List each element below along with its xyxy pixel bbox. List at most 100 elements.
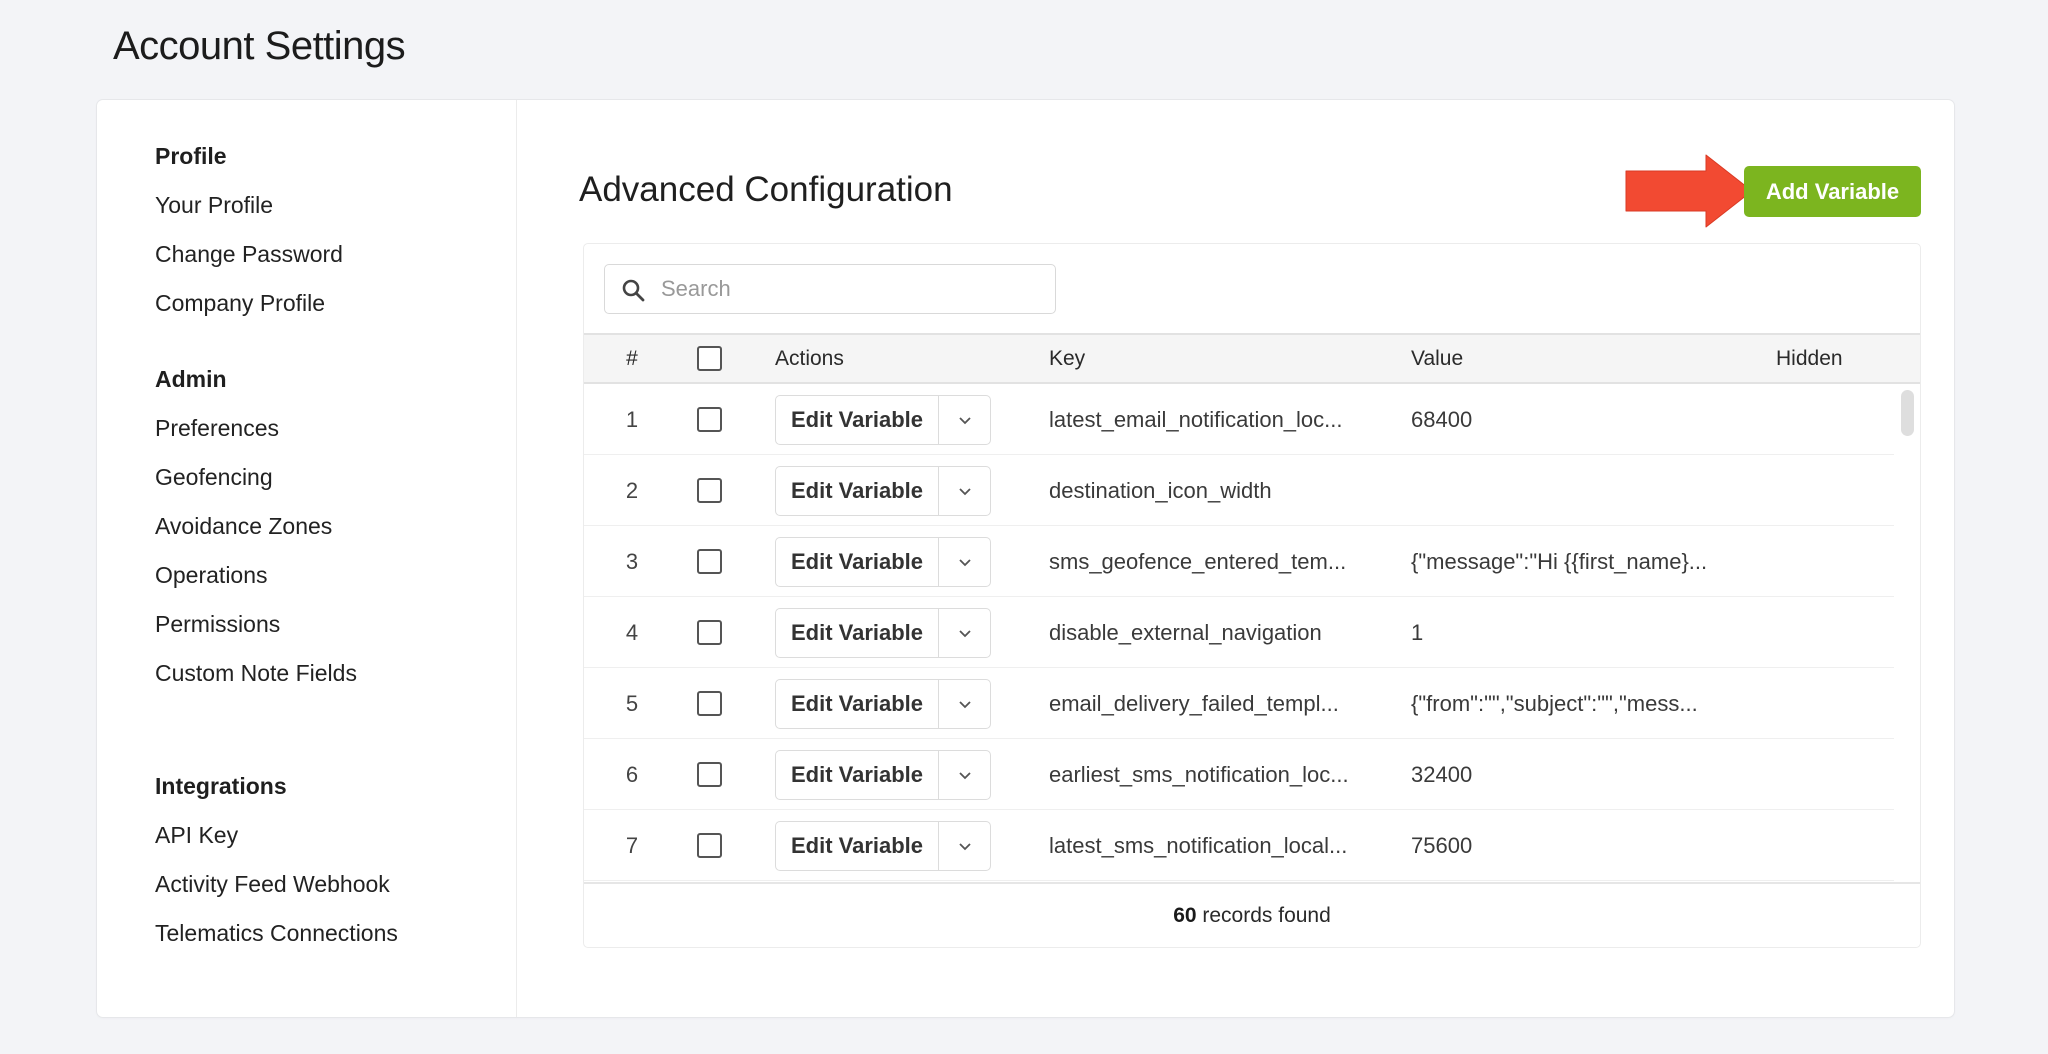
edit-variable-split-button: Edit Variable: [775, 466, 991, 516]
row-number: 5: [625, 691, 639, 716]
table-body: 1 Edit Variable latest_email_notificatio…: [584, 384, 1920, 882]
search-field[interactable]: [604, 264, 1056, 314]
chevron-down-icon: [958, 771, 971, 779]
records-count: 60: [1173, 904, 1197, 927]
row-number: 7: [625, 833, 639, 858]
sidebar-heading: Admin: [155, 366, 227, 392]
edit-variable-button[interactable]: Edit Variable: [776, 609, 939, 657]
sidebar-group-integrations: Integrations API Key Activity Feed Webhook…: [155, 762, 398, 958]
variable-key: latest_sms_notification_local...: [1049, 833, 1348, 858]
table-row: 1 Edit Variable latest_email_notificatio…: [584, 384, 1894, 455]
sidebar-item-preferences[interactable]: Preferences: [155, 404, 357, 453]
table-scrollbar-thumb[interactable]: [1901, 390, 1914, 436]
chevron-down-icon: [958, 629, 971, 637]
variable-key: latest_email_notification_loc...: [1049, 407, 1343, 432]
edit-variable-button[interactable]: Edit Variable: [776, 538, 939, 586]
actions-dropdown-button[interactable]: [939, 609, 990, 657]
edit-variable-split-button: Edit Variable: [775, 750, 991, 800]
edit-variable-split-button: Edit Variable: [775, 395, 991, 445]
annotation-arrow-icon: [1625, 154, 1753, 228]
search-input[interactable]: [661, 265, 1041, 313]
sidebar-item-geofencing[interactable]: Geofencing: [155, 453, 357, 502]
row-checkbox[interactable]: [697, 620, 722, 645]
edit-variable-split-button: Edit Variable: [775, 608, 991, 658]
variable-key: sms_geofence_entered_tem...: [1049, 549, 1347, 574]
variable-value: 1: [1411, 620, 1424, 645]
sidebar-item-telematics-connections[interactable]: Telematics Connections: [155, 909, 398, 958]
column-header-hidden[interactable]: Hidden: [1776, 335, 1843, 382]
table-footer: 60 records found: [584, 882, 1920, 947]
variable-value: {"from":"","subject":"","mess...: [1411, 691, 1698, 716]
table-row: 2 Edit Variable destination_icon_width: [584, 455, 1894, 526]
variable-value: 32400: [1411, 762, 1473, 787]
edit-variable-button[interactable]: Edit Variable: [776, 680, 939, 728]
sidebar-item-operations[interactable]: Operations: [155, 551, 357, 600]
actions-dropdown-button[interactable]: [939, 467, 990, 515]
sidebar-item-company-profile[interactable]: Company Profile: [155, 279, 343, 328]
row-checkbox[interactable]: [697, 549, 722, 574]
column-header-key[interactable]: Key: [1049, 335, 1085, 382]
actions-dropdown-button[interactable]: [939, 396, 990, 444]
variables-table: # Actions Key Value Hidden 1 Edit Variab…: [583, 243, 1921, 948]
column-header-actions: Actions: [775, 347, 844, 370]
chevron-down-icon: [958, 558, 971, 566]
add-variable-button[interactable]: Add Variable: [1744, 166, 1921, 217]
column-header-value[interactable]: Value: [1411, 335, 1463, 382]
table-row: 4 Edit Variable disable_external_navigat…: [584, 597, 1894, 668]
edit-variable-button[interactable]: Edit Variable: [776, 396, 939, 444]
row-number: 6: [625, 762, 639, 787]
edit-variable-split-button: Edit Variable: [775, 537, 991, 587]
sidebar-group-admin: Admin Preferences Geofencing Avoidance Zone…: [155, 355, 357, 698]
actions-dropdown-button[interactable]: [939, 822, 990, 870]
row-checkbox[interactable]: [697, 833, 722, 858]
page-title: Account Settings: [113, 24, 406, 68]
row-number: 4: [625, 620, 639, 645]
table-header: # Actions Key Value Hidden: [584, 333, 1920, 384]
edit-variable-split-button: Edit Variable: [775, 679, 991, 729]
search-icon: [622, 279, 645, 302]
table-row: 3 Edit Variable sms_geofence_entered_tem…: [584, 526, 1894, 597]
sidebar-item-api-key[interactable]: API Key: [155, 811, 398, 860]
sidebar-group-profile: Profile Your Profile Change Password Compan…: [155, 132, 343, 328]
sidebar-heading: Profile: [155, 143, 227, 169]
chevron-down-icon: [958, 487, 971, 495]
row-number: 2: [625, 478, 639, 503]
variable-value: 68400: [1411, 407, 1473, 432]
table-row: 6 Edit Variable earliest_sms_notificatio…: [584, 739, 1894, 810]
edit-variable-button[interactable]: Edit Variable: [776, 822, 939, 870]
edit-variable-button[interactable]: Edit Variable: [776, 467, 939, 515]
row-checkbox[interactable]: [697, 478, 722, 503]
records-label: records found: [1196, 904, 1331, 927]
actions-dropdown-button[interactable]: [939, 680, 990, 728]
variable-value: 75600: [1411, 833, 1473, 858]
table-row: 5 Edit Variable email_delivery_failed_te…: [584, 668, 1894, 739]
chevron-down-icon: [958, 842, 971, 850]
edit-variable-button[interactable]: Edit Variable: [776, 751, 939, 799]
select-all-checkbox[interactable]: [697, 346, 722, 371]
row-checkbox[interactable]: [697, 691, 722, 716]
chevron-down-icon: [958, 700, 971, 708]
sidebar-item-your-profile[interactable]: Your Profile: [155, 181, 343, 230]
sidebar-item-custom-note-fields[interactable]: Custom Note Fields: [155, 649, 357, 698]
variable-key: destination_icon_width: [1049, 478, 1272, 503]
sidebar-item-activity-feed-webhook[interactable]: Activity Feed Webhook: [155, 860, 398, 909]
row-checkbox[interactable]: [697, 407, 722, 432]
edit-variable-split-button: Edit Variable: [775, 821, 991, 871]
sidebar-item-avoidance-zones[interactable]: Avoidance Zones: [155, 502, 357, 551]
variable-value: {"message":"Hi {{first_name}...: [1411, 549, 1708, 574]
settings-card: Profile Your Profile Change Password Compan…: [97, 100, 1954, 1017]
table-row: 7 Edit Variable latest_sms_notification_…: [584, 810, 1894, 881]
main-panel: Advanced Configuration Add Variable # Ac…: [517, 100, 1954, 1017]
variable-key: disable_external_navigation: [1049, 620, 1322, 645]
chevron-down-icon: [958, 416, 971, 424]
actions-dropdown-button[interactable]: [939, 751, 990, 799]
column-header-number: #: [626, 347, 638, 370]
row-checkbox[interactable]: [697, 762, 722, 787]
sidebar-item-change-password[interactable]: Change Password: [155, 230, 343, 279]
section-title: Advanced Configuration: [579, 170, 953, 209]
actions-dropdown-button[interactable]: [939, 538, 990, 586]
row-number: 1: [625, 407, 639, 432]
settings-sidebar: Profile Your Profile Change Password Compan…: [97, 100, 517, 1017]
sidebar-item-permissions[interactable]: Permissions: [155, 600, 357, 649]
row-number: 3: [625, 549, 639, 574]
